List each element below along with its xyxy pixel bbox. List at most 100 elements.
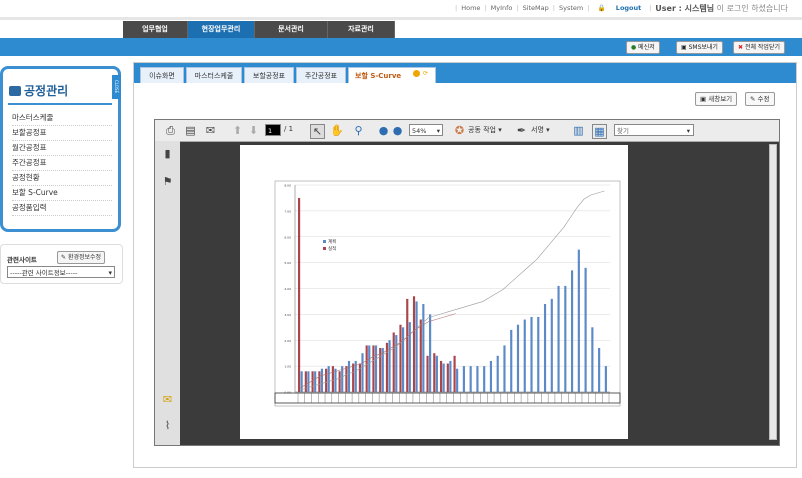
zoom-select[interactable]: 54% ▾ — [409, 124, 443, 136]
y-tick-label: 4.00 — [284, 287, 291, 291]
nav-master-schedule[interactable]: 마스터스케줄 — [12, 111, 112, 126]
viewer-sidebar: ▮ ⚑ ✉ ⌇ — [155, 141, 180, 445]
pdf-viewer: ⎙ ▤ ✉ ⬆ ⬇ 1 / 1 ↖ ✋ ⚲ ● ● 54% ▾ ✪ 공동 작업 ▾… — [154, 119, 780, 446]
nav-weighted-schedule[interactable]: 보할공정표 — [12, 126, 112, 141]
zoom-in-icon[interactable]: ● — [391, 124, 404, 137]
print-icon[interactable]: ⎙ — [164, 124, 177, 137]
attachments-icon[interactable]: ⌇ — [161, 419, 174, 432]
zoom-tool-icon[interactable]: ⚲ — [352, 124, 365, 137]
logout-link[interactable]: 🔒 Logout — [593, 4, 645, 12]
main-menu-collab[interactable]: 업무협업 — [123, 21, 188, 38]
bar-plan — [456, 368, 459, 392]
select-tool-icon[interactable]: ↖ — [310, 124, 325, 139]
close-panel-tab[interactable]: CLOSE — [112, 75, 121, 99]
pages-icon[interactable]: ▮ — [161, 147, 174, 160]
y-tick-label: 0.00 — [284, 391, 291, 395]
tab-master-schedule[interactable]: 마스터스케줄 — [186, 67, 242, 83]
nav-weekly-schedule[interactable]: 주간공정표 — [12, 156, 112, 171]
phone-icon: ▣ — [681, 44, 687, 51]
main-menu-data[interactable]: 자료관리 — [328, 21, 395, 38]
bar-plan — [395, 335, 398, 392]
bar-actual — [412, 296, 416, 392]
bar-plan — [368, 345, 371, 392]
zoom-out-icon[interactable]: ● — [377, 124, 390, 137]
sub-menu-item[interactable]: · 계약관리 — [212, 7, 244, 15]
collaborate-icon[interactable]: ✪ — [453, 124, 466, 137]
sms-button[interactable]: ▣ SMS보내기 — [676, 41, 723, 54]
bar-plan — [598, 348, 601, 392]
refresh-tab-icon[interactable]: ⟳ — [423, 70, 430, 77]
tab-issue[interactable]: 이슈화면 — [140, 67, 184, 83]
bar-plan — [388, 340, 391, 392]
bar-actual — [419, 319, 422, 392]
sub-menu-item[interactable]: · 사업관리 — [136, 7, 168, 15]
bar-plan — [496, 355, 499, 392]
bar-actual — [433, 353, 436, 392]
main-menu-field-work[interactable]: 현장업무관리 — [188, 21, 255, 38]
edit-env-button[interactable]: ✎ 환경정보수정 — [57, 251, 106, 264]
bar-plan — [462, 366, 465, 392]
bar-plan — [401, 327, 405, 392]
sub-menu-item[interactable]: · 공정관리 — [251, 7, 283, 15]
hand-tool-icon[interactable]: ✋ — [330, 124, 344, 137]
nav-s-curve[interactable]: 보할 S-Curve — [12, 186, 112, 201]
pencil-icon: ✎ — [61, 254, 67, 261]
page-up-icon[interactable]: ⬆ — [231, 124, 244, 137]
new-window-button[interactable]: ▣ 새창보기 — [695, 92, 738, 106]
main-menu-docs[interactable]: 문서관리 — [255, 21, 328, 38]
bar-plan — [543, 304, 547, 392]
page-down-icon[interactable]: ⬇ — [247, 124, 260, 137]
content-panel: 이슈화면 마스터스케줄 보할공정표 주간공정표 보할 S-Curve ⟳ ▣ 새… — [133, 62, 797, 468]
nav-progress-status[interactable]: 공정현황 — [12, 171, 112, 186]
sitemap-link[interactable]: SiteMap — [523, 4, 549, 12]
sub-menu-item[interactable]: · 품질관리 — [327, 7, 359, 15]
sub-menu-item[interactable]: · 사업현황 — [98, 7, 130, 15]
nav-monthly-schedule[interactable]: 월간공정표 — [12, 141, 112, 156]
home-link[interactable]: Home — [461, 4, 480, 12]
messenger-button[interactable]: ● 메신저 — [626, 41, 660, 54]
y-tick-label: 8.00 — [284, 184, 291, 188]
email-icon[interactable]: ✉ — [204, 124, 217, 137]
sign-menu[interactable]: 서명 ▾ — [531, 125, 550, 135]
bar-actual — [318, 371, 321, 392]
panel-title: 공정관리 — [9, 82, 68, 99]
sub-menu-item[interactable]: · 시공관리 — [289, 7, 321, 15]
bar-plan — [510, 329, 513, 392]
comments-icon[interactable]: ✉ — [161, 393, 174, 406]
bar-actual — [372, 345, 375, 392]
bar-plan — [584, 267, 587, 392]
fit-page-icon[interactable]: ▦ — [592, 124, 607, 139]
tab-weighted-schedule[interactable]: 보할공정표 — [244, 67, 294, 83]
find-input[interactable]: 찾기 ▾ — [614, 124, 694, 136]
collaborate-menu[interactable]: 공동 작업 ▾ — [468, 125, 502, 135]
viewer-scrollbar[interactable] — [769, 144, 777, 440]
save-icon[interactable]: ▤ — [184, 124, 197, 137]
bar-plan — [435, 355, 438, 392]
bar-actual — [453, 355, 456, 392]
bar-actual — [352, 363, 355, 392]
page-number-input[interactable]: 1 — [265, 124, 281, 136]
bar-plan — [422, 304, 425, 392]
edit-button[interactable]: ✎ 수정 — [745, 92, 775, 106]
bar-plan — [374, 345, 378, 392]
bar-plan — [307, 371, 310, 392]
bar-plan — [442, 363, 445, 392]
bar-plan — [327, 366, 330, 392]
myinfo-link[interactable]: MyInfo — [491, 4, 513, 12]
bar-actual — [311, 371, 314, 392]
system-link[interactable]: System — [559, 4, 583, 12]
close-tab-icon[interactable] — [413, 70, 420, 77]
sub-menu-item[interactable]: · 설계관리 — [174, 7, 206, 15]
tab-weekly-schedule[interactable]: 주간공정표 — [296, 67, 346, 83]
sub-menu-item[interactable]: · 안전환경관리 — [365, 7, 409, 15]
bar-plan — [469, 366, 472, 392]
sign-pen-icon[interactable]: ✒ — [515, 124, 528, 137]
close-all-button[interactable]: ✖ 전체 작업닫기 — [733, 41, 785, 54]
bookmarks-icon[interactable]: ⚑ — [161, 175, 174, 188]
fit-width-icon[interactable]: ▥ — [572, 124, 585, 137]
nav-progress-input[interactable]: 공정품입력 — [12, 201, 112, 216]
related-sites-select[interactable]: -----관련 사이트정보----- ▾ — [7, 266, 115, 278]
main-menu: 업무협업 현장업무관리 문서관리 자료관리 — [123, 21, 395, 38]
bar-plan — [489, 360, 493, 392]
bar-actual — [439, 360, 443, 392]
